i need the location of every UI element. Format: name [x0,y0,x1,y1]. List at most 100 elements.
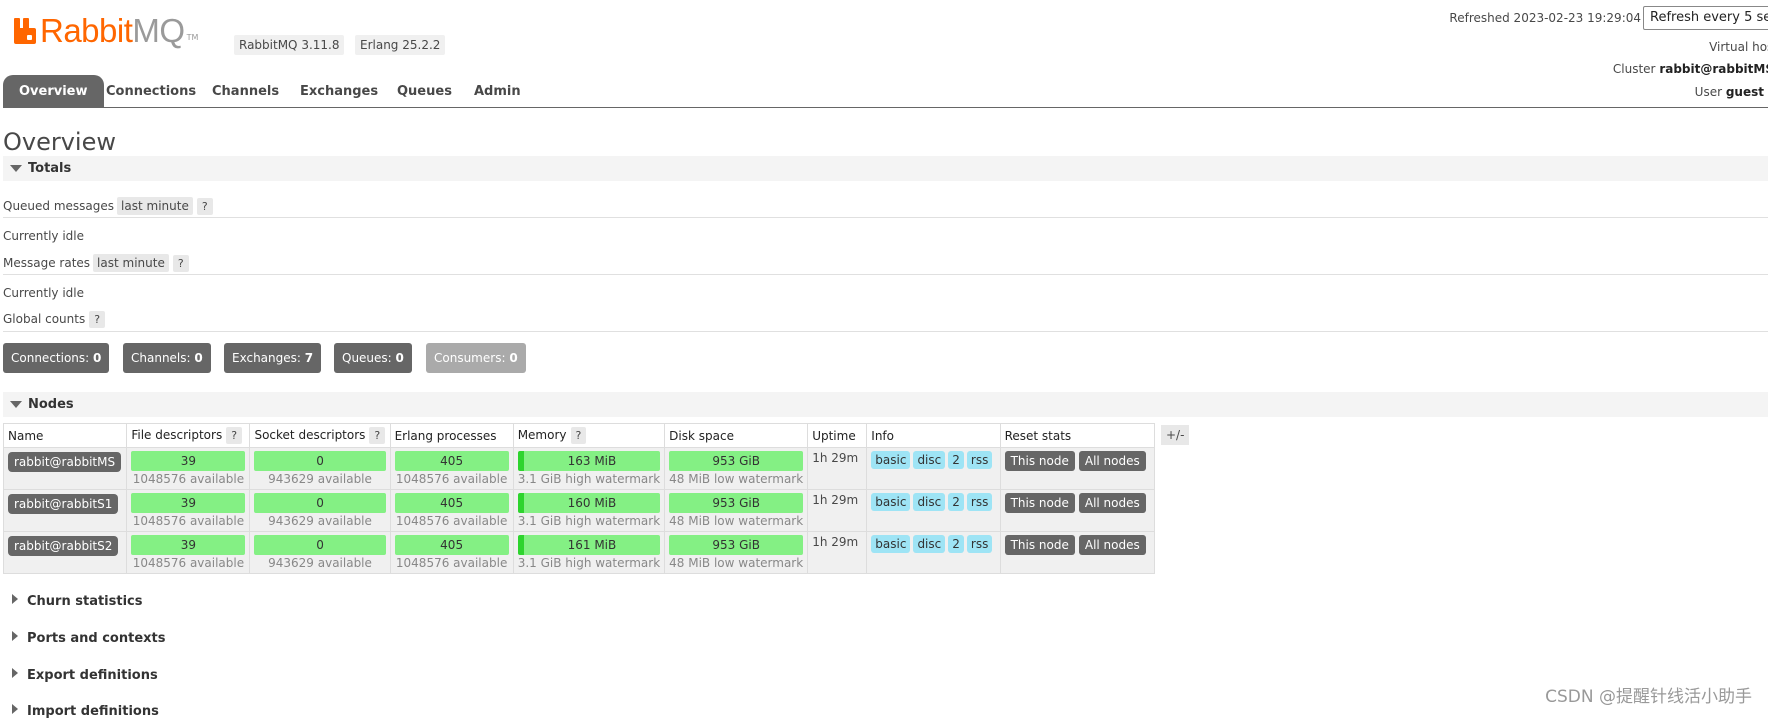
tab-connections[interactable]: Connections [90,75,212,108]
column-toggle-button[interactable]: +/- [1161,425,1190,445]
main-nav-tabs: Overview Connections Channels Exchanges … [3,75,1768,108]
header-label: Erlang processes [394,428,497,443]
help-icon[interactable]: ? [226,427,243,444]
disk-space-bar: 953 GiB [669,535,804,555]
totals-section-toggle[interactable]: Totals [3,156,1768,181]
help-icon[interactable]: ? [89,311,106,328]
file-descriptors-available: 1048576 available [132,556,245,570]
rabbit-logo-icon [14,18,36,44]
node-name-link[interactable]: rabbit@rabbitS2 [8,536,119,556]
file-descriptors-available: 1048576 available [132,514,245,528]
refresh-interval-select[interactable]: Refresh every 5 seconds [1643,6,1768,30]
tab-channels[interactable]: Channels [196,75,295,108]
queued-messages-row: Queued messages last minute? [3,197,213,215]
queues-count-button[interactable]: Queues: 0 [334,343,412,373]
consumers-count-button[interactable]: Consumers: 0 [426,343,526,373]
reset-all-nodes-button[interactable]: All nodes [1078,493,1146,513]
table-header-row: Name File descriptors? Socket descriptor… [2,423,1156,448]
divider [3,274,1768,275]
virtual-host-label[interactable]: Virtual host [1709,40,1768,54]
header-label: File descriptors [131,428,223,442]
section-label: Import definitions [27,704,159,719]
cluster-name: rabbit@rabbitMS [1659,62,1768,76]
uptime-value: 1h 29m [812,535,859,549]
channels-count-button[interactable]: Channels: 0 [123,343,211,373]
erlang-processes-available: 1048576 available [395,556,508,570]
socket-descriptors-available: 943629 available [268,514,372,528]
header-label: Uptime [812,428,856,443]
rabbitmq-logo[interactable]: Rabbit MQ TM [14,14,198,48]
virtual-host-text: Virtual host [1709,40,1768,54]
message-rates-idle: Currently idle [3,286,84,300]
info-badge: disc [913,493,946,511]
socket-descriptors-bar: 0 [254,493,386,513]
memory-watermark: 3.1 GiB high watermark [517,514,661,528]
count-label: Connections: [11,351,90,365]
info-badge: 2 [948,493,964,511]
tab-overview[interactable]: Overview [3,75,104,108]
churn-statistics-toggle[interactable]: Churn statistics [12,594,143,609]
column-header-name: Name [2,423,128,448]
info-badge: basic [871,535,911,553]
file-descriptors-bar: 39 [131,451,246,471]
erlang-processes-bar: 405 [394,451,509,471]
tab-queues[interactable]: Queues [381,75,468,108]
table-row: rabbit@rabbitMS 39 1048576 available 0 943… [2,447,1156,490]
queued-messages-range[interactable]: last minute [117,197,193,215]
info-badge: 2 [948,535,964,553]
message-rates-row: Message rates last minute? [3,254,189,272]
count-label: Channels: [131,351,191,365]
message-rates-label: Message rates [3,256,91,270]
header-label: Reset stats [1004,428,1072,443]
disk-space-bar: 953 GiB [669,493,804,513]
socket-descriptors-available: 943629 available [268,556,372,570]
queued-messages-label: Queued messages [3,199,115,213]
collapse-triangle-icon [10,401,22,408]
tab-exchanges[interactable]: Exchanges [284,75,394,108]
collapse-triangle-icon [10,165,22,172]
reset-all-nodes-button[interactable]: All nodes [1078,451,1146,471]
socket-descriptors-bar: 0 [254,535,386,555]
import-definitions-toggle[interactable]: Import definitions [12,704,159,719]
connections-count-button[interactable]: Connections: 0 [3,343,110,373]
totals-heading: Totals [28,161,72,176]
export-definitions-toggle[interactable]: Export definitions [12,668,158,683]
count-value: 0 [509,351,518,365]
column-header-file-descriptors: File descriptors? [126,423,251,448]
reset-all-nodes-button[interactable]: All nodes [1078,535,1146,555]
expand-triangle-icon [12,631,18,641]
help-icon[interactable]: ? [570,427,587,444]
divider [3,331,1768,332]
socket-descriptors-bar: 0 [254,451,386,471]
help-icon[interactable]: ? [172,255,189,272]
file-descriptors-available: 1048576 available [132,472,245,486]
column-header-info: Info [866,423,1001,448]
header-label: Socket descriptors [254,428,366,442]
info-badge: basic [871,451,911,469]
global-counts-label: Global counts [3,312,86,326]
message-rates-range[interactable]: last minute [93,254,169,272]
help-icon[interactable]: ? [196,198,213,215]
count-value: 0 [194,351,203,365]
disk-watermark: 48 MiB low watermark [669,514,804,528]
erlang-processes-bar: 405 [394,535,509,555]
ports-and-contexts-toggle[interactable]: Ports and contexts [12,631,165,646]
nodes-section-toggle[interactable]: Nodes [3,392,1768,417]
reset-this-node-button[interactable]: This node [1004,493,1075,513]
node-name-link[interactable]: rabbit@rabbitS1 [8,494,119,514]
memory-bar: 160 MiB [517,493,661,513]
tab-admin[interactable]: Admin [458,75,537,108]
erlang-processes-bar: 405 [394,493,509,513]
memory-bar: 163 MiB [517,451,661,471]
count-label: Exchanges: [232,351,301,365]
page-title: Overview [3,128,116,156]
disk-watermark: 48 MiB low watermark [669,556,804,570]
node-name-link[interactable]: rabbit@rabbitMS [8,452,122,472]
reset-this-node-button[interactable]: This node [1004,451,1075,471]
reset-this-node-button[interactable]: This node [1004,535,1075,555]
info-badge: rss [966,451,993,469]
nodes-table: Name File descriptors? Socket descriptor… [2,423,1156,574]
info-badge: rss [966,493,993,511]
help-icon[interactable]: ? [369,427,386,444]
exchanges-count-button[interactable]: Exchanges: 7 [224,343,322,373]
